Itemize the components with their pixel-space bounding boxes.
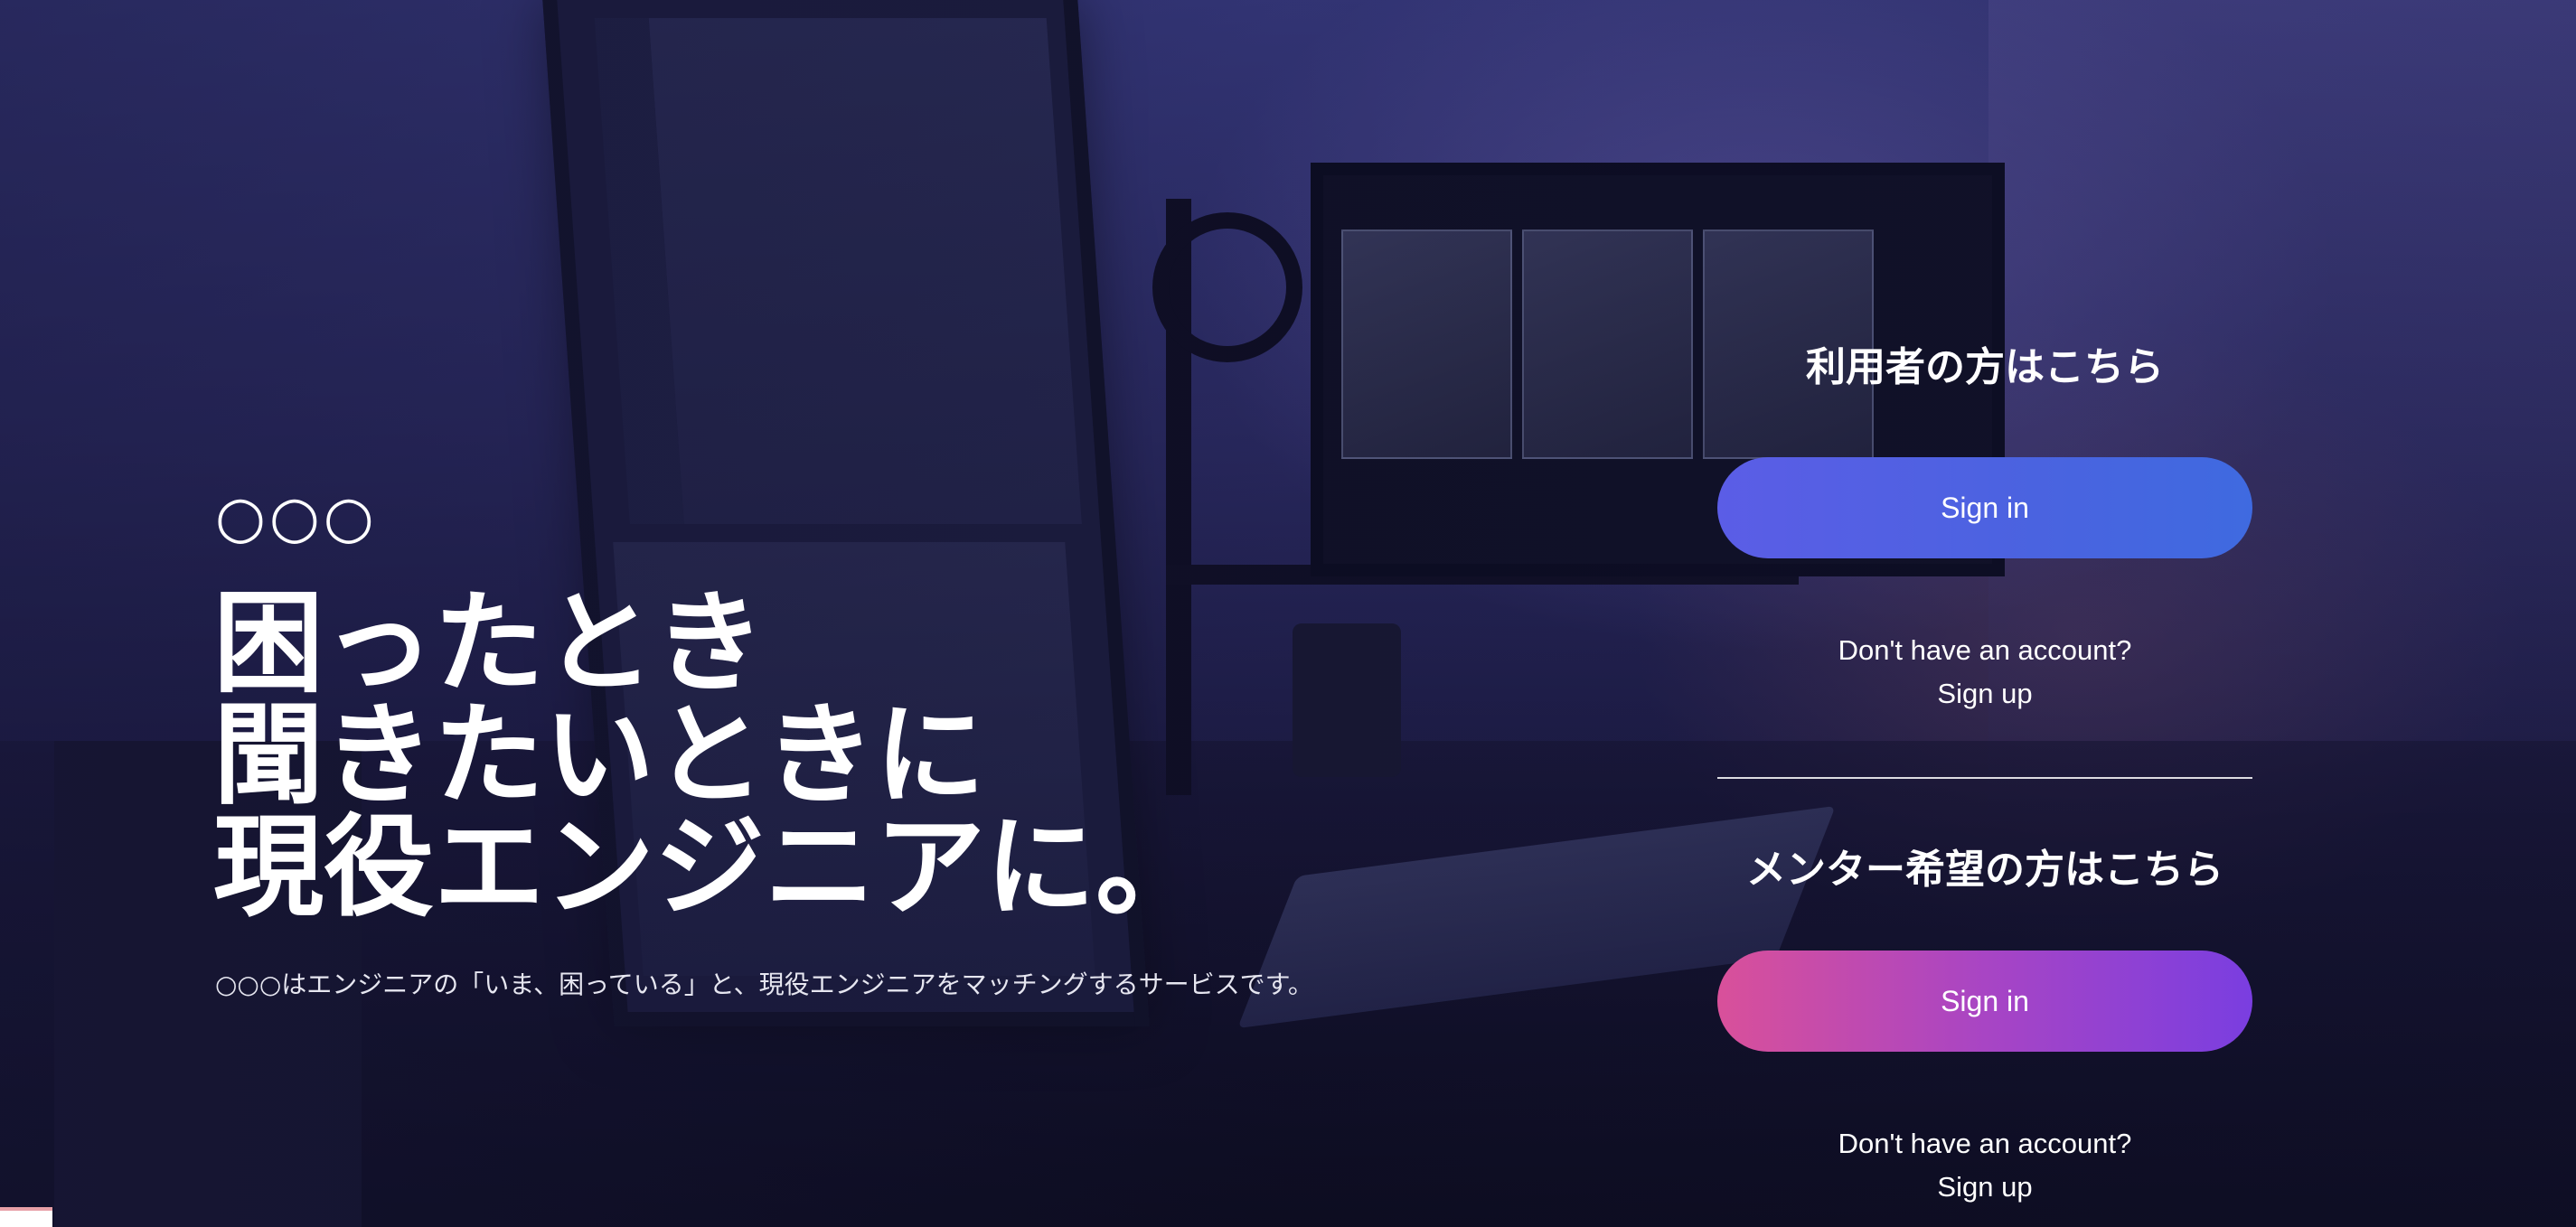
mentor-no-account-text: Don't have an account?: [1838, 1128, 2132, 1159]
user-sign-up-link[interactable]: Sign up: [1717, 672, 2252, 716]
mentor-sign-up-prompt: Don't have an account? Sign up: [1717, 1122, 2252, 1209]
section-divider: [1717, 777, 2252, 779]
hero-headline-line: 現役エンジニアに。: [213, 803, 1206, 932]
mentor-sign-in-button[interactable]: Sign in: [1717, 951, 2252, 1052]
user-no-account-text: Don't have an account?: [1838, 634, 2132, 666]
mentor-section-title: メンター希望の方はこちら: [1746, 847, 2223, 893]
user-sign-in-button[interactable]: Sign in: [1717, 457, 2252, 558]
hero-headline-line: 聞きたいときに: [213, 691, 985, 820]
mentor-sign-up-link[interactable]: Sign up: [1717, 1166, 2252, 1209]
corner-widget[interactable]: [0, 1207, 52, 1227]
user-section-title: 利用者の方はこちら: [1806, 344, 2164, 390]
hero-description: ○○○はエンジニアの「いま、困っている」と、現役エンジニアをマッチングするサービ…: [215, 969, 1313, 999]
hero-headline: 困ったとき 聞きたいときに 現役エンジニアに。: [213, 587, 1206, 923]
hero-headline-line: 困ったとき: [213, 579, 765, 707]
user-sign-up-prompt: Don't have an account? Sign up: [1717, 629, 2252, 716]
brand-logo-text: ○○○: [215, 484, 378, 551]
auth-panel: 利用者の方はこちら Sign in Don't have an account?…: [1717, 334, 2252, 1209]
